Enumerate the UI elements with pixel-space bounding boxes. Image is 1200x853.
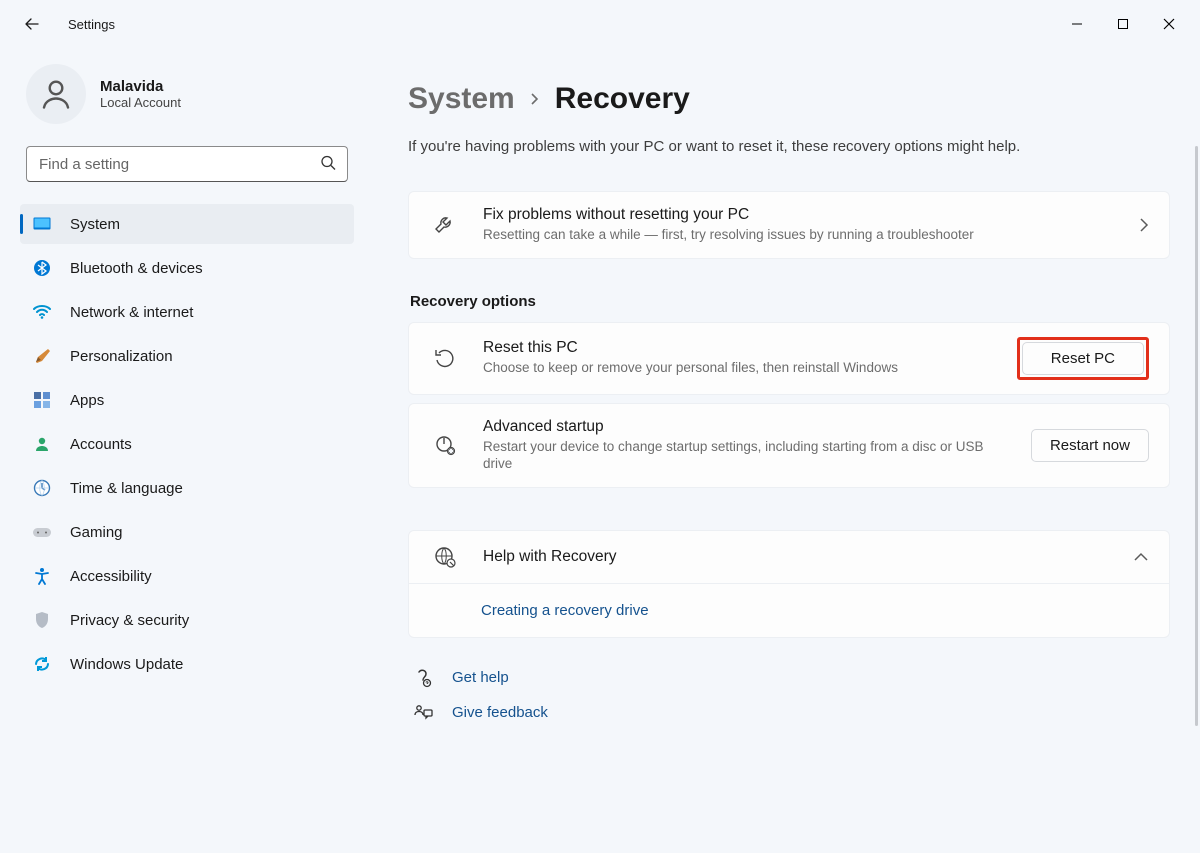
sidebar-item-gaming[interactable]: Gaming xyxy=(20,512,354,552)
gamepad-icon xyxy=(32,522,52,542)
window-controls xyxy=(1054,4,1192,44)
power-gear-icon xyxy=(431,433,459,457)
card-desc: Choose to keep or remove your personal f… xyxy=(483,359,1005,377)
sidebar-item-label: Time & language xyxy=(70,480,183,497)
breadcrumb: System Recovery xyxy=(408,82,1170,116)
card-title: Reset this PC xyxy=(483,339,1005,357)
help-icon xyxy=(412,668,434,688)
card-title: Help with Recovery xyxy=(483,548,1121,566)
sidebar-item-label: Apps xyxy=(70,392,104,409)
sidebar-item-apps[interactable]: Apps xyxy=(20,380,354,420)
scrollbar[interactable] xyxy=(1195,146,1198,726)
wifi-icon xyxy=(32,302,52,322)
chevron-right-icon xyxy=(529,89,541,110)
sidebar-item-label: Bluetooth & devices xyxy=(70,260,203,277)
help-link-row: Creating a recovery drive xyxy=(408,584,1170,638)
sidebar-item-bluetooth[interactable]: Bluetooth & devices xyxy=(20,248,354,288)
sidebar: Malavida Local Account System Bluetooth … xyxy=(0,48,370,730)
page-lead: If you're having problems with your PC o… xyxy=(408,138,1170,155)
sidebar-nav: System Bluetooth & devices Network & int… xyxy=(20,204,354,684)
reset-pc-card: Reset this PC Choose to keep or remove y… xyxy=(408,322,1170,395)
creating-recovery-drive-link[interactable]: Creating a recovery drive xyxy=(481,602,649,619)
sidebar-item-network[interactable]: Network & internet xyxy=(20,292,354,332)
sidebar-item-label: Network & internet xyxy=(70,304,193,321)
help-recovery-card[interactable]: Help with Recovery xyxy=(408,530,1170,584)
update-icon xyxy=(32,654,52,674)
sidebar-item-label: System xyxy=(70,216,120,233)
brush-icon xyxy=(32,346,52,366)
card-title: Advanced startup xyxy=(483,418,1019,436)
breadcrumb-current: Recovery xyxy=(555,82,690,116)
feedback-icon xyxy=(412,704,434,722)
sidebar-item-accounts[interactable]: Accounts xyxy=(20,424,354,464)
search-icon xyxy=(320,155,336,174)
sidebar-item-time-language[interactable]: Time & language xyxy=(20,468,354,508)
section-label: Recovery options xyxy=(410,293,1170,310)
card-title: Fix problems without resetting your PC xyxy=(483,206,1127,224)
search-wrap xyxy=(26,146,348,182)
sidebar-item-personalization[interactable]: Personalization xyxy=(20,336,354,376)
avatar xyxy=(26,64,86,124)
reset-pc-button[interactable]: Reset PC xyxy=(1022,342,1144,375)
give-feedback-link[interactable]: Give feedback xyxy=(452,704,548,721)
sidebar-item-windows-update[interactable]: Windows Update xyxy=(20,644,354,684)
search-input[interactable] xyxy=(26,146,348,182)
sidebar-item-label: Gaming xyxy=(70,524,123,541)
sidebar-item-label: Accounts xyxy=(70,436,132,453)
get-help-link[interactable]: Get help xyxy=(452,669,509,686)
globe-help-icon xyxy=(431,545,459,569)
close-button[interactable] xyxy=(1146,4,1192,44)
apps-icon xyxy=(32,390,52,410)
sidebar-item-accessibility[interactable]: Accessibility xyxy=(20,556,354,596)
profile-block[interactable]: Malavida Local Account xyxy=(20,64,354,124)
chevron-right-icon xyxy=(1139,217,1149,233)
titlebar: Settings xyxy=(0,0,1200,48)
sidebar-item-system[interactable]: System xyxy=(20,204,354,244)
sidebar-item-label: Accessibility xyxy=(70,568,152,585)
wrench-icon xyxy=(431,213,459,237)
back-button[interactable] xyxy=(24,16,40,32)
reset-icon xyxy=(431,347,459,369)
clock-globe-icon xyxy=(32,478,52,498)
card-desc: Resetting can take a while — first, try … xyxy=(483,226,1127,244)
fix-problems-card[interactable]: Fix problems without resetting your PC R… xyxy=(408,191,1170,259)
sidebar-item-label: Windows Update xyxy=(70,656,183,673)
breadcrumb-parent[interactable]: System xyxy=(408,82,515,116)
minimize-button[interactable] xyxy=(1054,4,1100,44)
display-icon xyxy=(32,214,52,234)
footer-links: Get help Give feedback xyxy=(408,660,1170,730)
get-help-row[interactable]: Get help xyxy=(412,660,1170,696)
account-icon xyxy=(32,434,52,454)
sidebar-item-label: Personalization xyxy=(70,348,173,365)
profile-subtitle: Local Account xyxy=(100,95,181,110)
bluetooth-icon xyxy=(32,258,52,278)
chevron-up-icon xyxy=(1133,552,1149,562)
maximize-button[interactable] xyxy=(1100,4,1146,44)
give-feedback-row[interactable]: Give feedback xyxy=(412,696,1170,730)
sidebar-item-label: Privacy & security xyxy=(70,612,189,629)
app-title: Settings xyxy=(68,17,115,32)
sidebar-item-privacy[interactable]: Privacy & security xyxy=(20,600,354,640)
shield-icon xyxy=(32,610,52,630)
advanced-startup-card: Advanced startup Restart your device to … xyxy=(408,403,1170,488)
card-desc: Restart your device to change startup se… xyxy=(483,438,1003,473)
highlight-frame: Reset PC xyxy=(1017,337,1149,380)
main-content: System Recovery If you're having problem… xyxy=(370,48,1200,730)
profile-name: Malavida xyxy=(100,78,181,95)
restart-now-button[interactable]: Restart now xyxy=(1031,429,1149,462)
accessibility-icon xyxy=(32,566,52,586)
